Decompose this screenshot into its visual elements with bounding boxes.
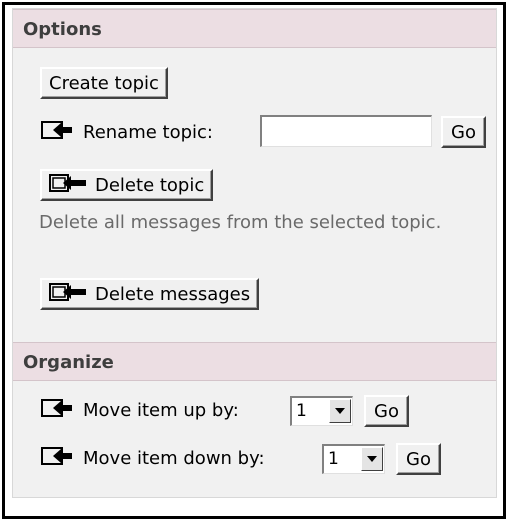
rename-topic-input[interactable] <box>260 115 432 147</box>
delete-topic-button[interactable]: Delete topic <box>40 169 214 201</box>
move-up-row: Move item up by: <box>41 394 239 426</box>
arrow-into-box-icon <box>41 446 75 471</box>
rename-go-label: Go <box>451 121 476 143</box>
arrow-into-box-icon <box>41 398 75 423</box>
organize-header: Organize <box>13 342 496 381</box>
options-header: Options <box>13 9 496 48</box>
move-up-label: Move item up by: <box>83 399 239 421</box>
move-up-value: 1 <box>296 401 307 421</box>
arrow-into-box-icon <box>49 282 89 307</box>
move-down-go-label: Go <box>406 448 431 470</box>
arrow-into-box-icon <box>41 120 75 145</box>
arrow-into-box-icon <box>49 173 89 198</box>
delete-topic-label: Delete topic <box>95 174 205 196</box>
rename-go-button[interactable]: Go <box>441 116 486 148</box>
delete-messages-label: Delete messages <box>95 283 251 305</box>
delete-messages-button[interactable]: Delete messages <box>40 278 260 310</box>
move-down-value: 1 <box>328 449 339 469</box>
chevron-down-icon[interactable] <box>329 399 351 423</box>
organize-header-title: Organize <box>23 352 114 373</box>
move-down-label: Move item down by: <box>83 447 265 469</box>
rename-topic-row: Rename topic: <box>41 116 213 148</box>
move-up-go-label: Go <box>374 400 399 422</box>
move-up-select[interactable]: 1 <box>290 396 353 426</box>
rename-topic-label: Rename topic: <box>83 121 213 143</box>
move-down-row: Move item down by: <box>41 442 265 474</box>
options-header-title: Options <box>23 19 102 40</box>
create-topic-label: Create topic <box>49 72 159 94</box>
chevron-down-icon[interactable] <box>361 447 383 471</box>
window-frame: Options Create topic Rename topic: Go De… <box>2 2 506 519</box>
move-down-go-button[interactable]: Go <box>396 443 441 475</box>
move-up-go-button[interactable]: Go <box>364 395 409 427</box>
move-down-select[interactable]: 1 <box>322 444 385 474</box>
delete-messages-description: Delete all messages from the selected to… <box>39 212 442 233</box>
create-topic-button[interactable]: Create topic <box>40 67 168 99</box>
options-panel: Options Create topic Rename topic: Go De… <box>12 8 497 498</box>
